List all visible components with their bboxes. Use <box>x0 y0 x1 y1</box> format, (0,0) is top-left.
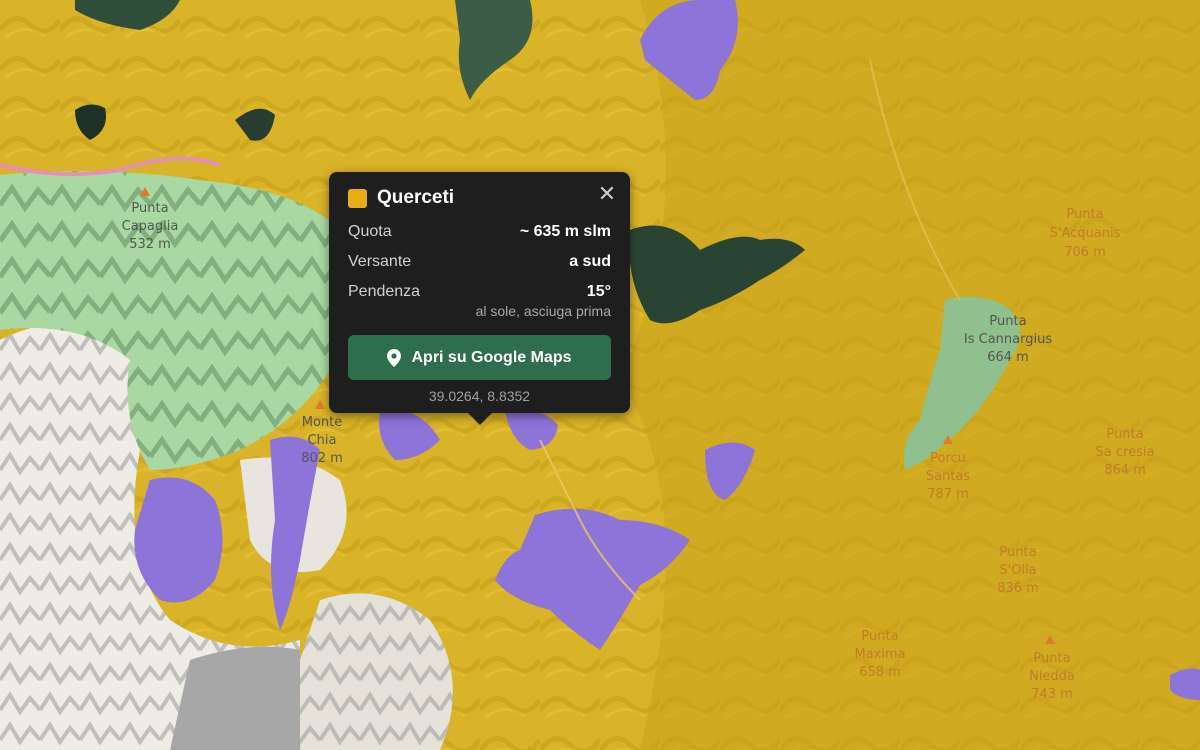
button-label: Apri su Google Maps <box>411 348 572 366</box>
oak-area-east[interactable] <box>620 0 1200 750</box>
map-label: Maxima <box>854 647 905 662</box>
detail-value: a sud <box>569 253 611 270</box>
popup-details: Quota ~ 635 m slm Versante a sud Pendenz… <box>348 217 611 307</box>
popup-tip <box>468 413 492 425</box>
legend-swatch <box>348 188 367 208</box>
detail-row-versante: Versante a sud <box>348 247 611 277</box>
info-popup: Querceti ✕ Quota ~ 635 m slm Versante a … <box>329 172 630 425</box>
map-label: Punta <box>1106 427 1143 442</box>
detail-row-quota: Quota ~ 635 m slm <box>348 217 611 247</box>
map-label: Punta <box>1066 207 1103 222</box>
map-label: 706 m <box>1064 245 1106 260</box>
close-icon[interactable]: ✕ <box>596 184 618 206</box>
map-label: Porcu <box>930 451 966 466</box>
open-google-maps-button[interactable]: Apri su Google Maps <box>348 335 611 380</box>
map-label: Chia <box>308 433 337 448</box>
map-label: Capaglia <box>122 219 179 234</box>
map-label: S'Olla <box>999 563 1036 578</box>
detail-label: Versante <box>348 253 412 270</box>
popup-title: Querceti <box>377 187 455 208</box>
map-label: S'Acquanis <box>1050 226 1121 241</box>
coordinates-readout: 39.0264, 8.8352 <box>428 388 531 404</box>
map-label: 664 m <box>987 350 1029 365</box>
map-label: 743 m <box>1031 687 1073 702</box>
detail-label: Pendenza <box>348 283 421 300</box>
map-label: Punta <box>989 314 1026 329</box>
map-label: 802 m <box>301 451 343 466</box>
map-label: Punta <box>1033 651 1070 666</box>
detail-label: Quota <box>348 223 392 240</box>
detail-value: ~ 635 m slm <box>519 223 611 240</box>
map-label: 864 m <box>1104 463 1146 478</box>
map-label: 787 m <box>927 487 969 502</box>
map-pin-icon <box>387 348 402 367</box>
map-label: 532 m <box>129 237 171 252</box>
map-label: Santas <box>926 469 971 484</box>
purple-area[interactable] <box>134 477 223 603</box>
map-label: 658 m <box>859 665 901 680</box>
map-label: Is Cannargius <box>964 332 1052 347</box>
map-label: 836 m <box>997 581 1039 596</box>
map-label: Punta <box>999 545 1036 560</box>
map-label: Punta <box>861 629 898 644</box>
map-label: Sa cresia <box>1096 445 1155 460</box>
map-label: Monte <box>302 415 343 430</box>
map-label: Punta <box>131 201 168 216</box>
map-label: Niedda <box>1029 669 1075 684</box>
popup-header: Querceti <box>348 186 611 210</box>
